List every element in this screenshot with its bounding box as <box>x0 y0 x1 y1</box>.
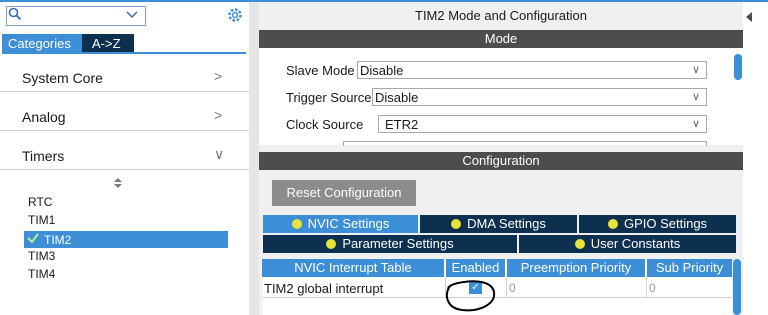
clock-source-label: Clock Source <box>286 117 364 132</box>
chevron-down-icon: ∨ <box>691 64 700 76</box>
category-label: Timers <box>22 148 65 164</box>
category-analog[interactable]: Analog > <box>0 101 249 131</box>
status-dot-icon <box>451 219 462 229</box>
status-dot-icon <box>607 219 618 229</box>
tab-categories[interactable]: Categories <box>2 34 82 52</box>
clock-source-select[interactable]: ETR2 ∨ <box>378 115 707 133</box>
interrupt-name: TIM2 global interrupt <box>264 281 384 296</box>
timer-item-rtc[interactable]: RTC <box>28 195 208 212</box>
mode-scrollbar[interactable] <box>734 54 742 80</box>
tab-a-to-z[interactable]: A->Z <box>82 34 134 52</box>
search-input[interactable] <box>6 6 146 26</box>
chevron-down-icon: ∨ <box>691 91 700 103</box>
gear-icon[interactable] <box>226 6 244 24</box>
category-system-core[interactable]: System Core > <box>0 62 249 92</box>
tab-gpio-settings[interactable]: GPIO Settings <box>579 215 736 233</box>
category-label: System Core <box>22 70 103 86</box>
page-title: TIM2 Mode and Configuration <box>415 8 587 23</box>
cell-divider <box>506 277 507 297</box>
tab-label: DMA Settings <box>467 216 546 231</box>
chevron-right-icon: > <box>214 107 223 123</box>
tabs-underline <box>2 52 246 54</box>
chevron-right-icon: > <box>214 68 223 84</box>
search-icon[interactable] <box>8 7 24 23</box>
cell-divider <box>646 277 647 297</box>
chevron-down-icon: ∨ <box>691 118 700 130</box>
tab-label: NVIC Settings <box>307 216 390 231</box>
table-scrollbar[interactable] <box>733 259 741 315</box>
tab-label: GPIO Settings <box>623 216 708 231</box>
trigger-source-value: Disable <box>375 90 419 105</box>
tab-label: Parameter Settings <box>342 236 454 251</box>
status-dot-icon <box>574 239 585 249</box>
sub-priority-value[interactable]: 0 <box>649 281 656 295</box>
status-dot-icon <box>291 219 302 229</box>
slave-mode-label: Slave Mode <box>286 63 355 78</box>
tab-dma-settings[interactable]: DMA Settings <box>420 215 577 233</box>
mode-header: Mode <box>259 30 743 48</box>
right-edge <box>743 2 768 315</box>
chevron-down-icon[interactable] <box>126 8 138 22</box>
status-dot-icon <box>326 239 337 249</box>
configuration-header: Configuration <box>259 152 743 170</box>
panel-splitter[interactable] <box>249 2 259 315</box>
slave-mode-value: Disable <box>360 63 404 78</box>
timer-item-tim1[interactable]: TIM1 <box>28 213 208 230</box>
preemption-priority-value[interactable]: 0 <box>509 281 516 295</box>
category-timers[interactable]: Timers ∨ <box>0 140 249 170</box>
trigger-source-select[interactable]: Disable ∨ <box>372 88 707 106</box>
tab-parameter-settings[interactable]: Parameter Settings <box>263 235 517 253</box>
hand-drawn-circle <box>445 280 496 312</box>
timer-item-tim4[interactable]: TIM4 <box>28 267 208 284</box>
timer-item-tim3[interactable]: TIM3 <box>28 249 208 266</box>
reset-configuration-button[interactable]: Reset Configuration <box>272 180 416 206</box>
trigger-source-label: Trigger Source <box>286 90 372 105</box>
tab-user-constants[interactable]: User Constants <box>519 235 736 253</box>
column-header[interactable]: Preemption Priority <box>507 259 645 277</box>
timer-item-label: TIM2 <box>44 233 72 247</box>
column-header[interactable]: NVIC Interrupt Table <box>262 259 444 277</box>
column-header[interactable]: Sub Priority <box>647 259 732 277</box>
tab-nvic-settings[interactable]: NVIC Settings <box>263 215 418 233</box>
check-icon <box>26 231 40 248</box>
category-label: Analog <box>22 109 66 125</box>
chevron-down-icon: ∨ <box>214 146 225 162</box>
tab-label: User Constants <box>590 236 681 251</box>
slave-mode-select[interactable]: Disable ∨ <box>357 61 707 79</box>
chevron-left-icon[interactable] <box>744 12 754 22</box>
partial-field <box>343 141 707 146</box>
clock-source-value: ETR2 <box>385 117 419 132</box>
sort-icon[interactable] <box>114 178 122 190</box>
